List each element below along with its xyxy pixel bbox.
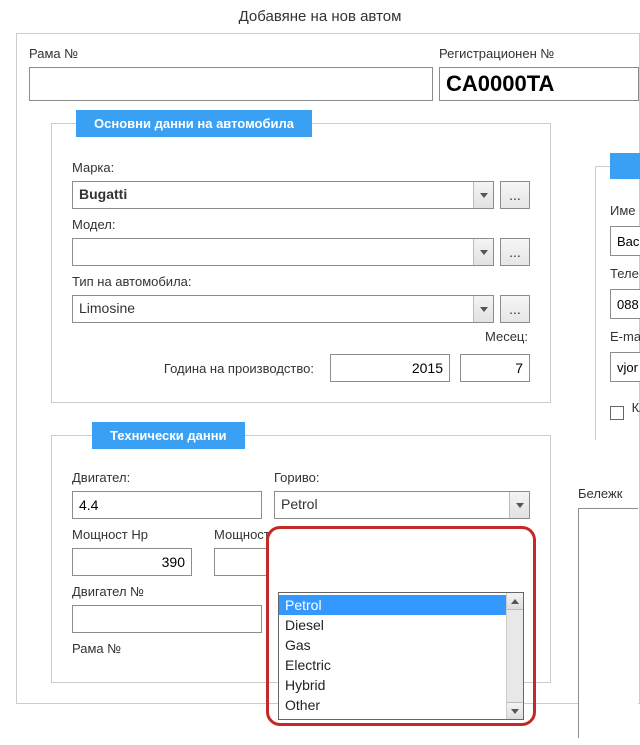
chevron-down-icon	[511, 709, 519, 714]
fuel-combo-text: Petrol	[275, 492, 509, 518]
notes-textarea[interactable]	[578, 508, 638, 738]
kw-input[interactable]	[214, 548, 268, 576]
type-browse-button[interactable]: ...	[500, 295, 530, 323]
fuel-option[interactable]: Gas	[279, 635, 506, 655]
owner-name-input[interactable]	[610, 226, 640, 256]
owner-email-input[interactable]	[610, 352, 640, 382]
type-combo-text: Limosine	[73, 296, 473, 322]
reg-no-input[interactable]	[439, 67, 639, 101]
dropdown-scrollbar[interactable]	[506, 593, 523, 719]
chevron-down-icon	[480, 307, 488, 312]
make-combo-button[interactable]	[473, 182, 493, 208]
fuel-option[interactable]: Petrol	[279, 595, 506, 615]
notes-label: Бележк	[578, 486, 622, 501]
frame-no-label: Рама №	[29, 46, 433, 61]
engine-input[interactable]	[72, 491, 262, 519]
owner-phone-label: Теле	[610, 266, 640, 281]
fuel-option[interactable]: Other	[279, 695, 506, 715]
chevron-up-icon	[511, 599, 519, 604]
make-browse-button[interactable]: ...	[500, 181, 530, 209]
type-combo-button[interactable]	[473, 296, 493, 322]
year-input[interactable]	[330, 354, 450, 382]
fuel-option[interactable]: Hybrid	[279, 675, 506, 695]
model-browse-button[interactable]: ...	[500, 238, 530, 266]
model-combo[interactable]	[72, 238, 494, 266]
fuel-dropdown-list[interactable]: Petrol Diesel Gas Electric Hybrid Other	[278, 592, 524, 720]
type-combo[interactable]: Limosine	[72, 295, 494, 323]
reg-no-label: Регистрационен №	[439, 46, 639, 61]
make-combo-text: Bugatti	[73, 182, 473, 208]
engine-label: Двигател:	[72, 470, 262, 485]
make-combo[interactable]: Bugatti	[72, 181, 494, 209]
month-label: Месец:	[485, 329, 528, 344]
owner-phone-input[interactable]	[610, 289, 640, 319]
chevron-down-icon	[480, 250, 488, 255]
month-input[interactable]	[460, 354, 530, 382]
fuel-combo[interactable]: Petrol	[274, 491, 530, 519]
model-combo-button[interactable]	[473, 239, 493, 265]
basic-data-header: Основни данни на автомобила	[76, 110, 312, 137]
hp-input[interactable]	[72, 548, 192, 576]
engine-no-input[interactable]	[72, 605, 262, 633]
hp-label: Мощност Hp	[72, 527, 202, 542]
frame-no-input[interactable]	[29, 67, 433, 101]
owner-name-label: Име н	[610, 203, 640, 218]
tech-header: Технически данни	[92, 422, 245, 449]
year-label: Година на производство:	[164, 361, 314, 376]
chevron-down-icon	[480, 193, 488, 198]
scroll-up-button[interactable]	[507, 593, 523, 610]
chevron-down-icon	[516, 503, 524, 508]
fuel-label: Гориво:	[274, 470, 530, 485]
model-label: Модел:	[72, 217, 530, 232]
owner-header	[610, 153, 640, 179]
model-combo-text	[73, 239, 473, 265]
owner-panel: Име н Теле E-ma Кл	[595, 166, 640, 440]
page-title: Добавяне на нов автом	[0, 0, 640, 31]
scroll-track[interactable]	[507, 610, 523, 702]
owner-checkbox-label: Кл	[632, 400, 640, 415]
fuel-combo-button[interactable]	[509, 492, 529, 518]
engine-no-label: Двигател №	[72, 584, 262, 599]
type-label: Тип на автомобила:	[72, 274, 530, 289]
fuel-option[interactable]: Diesel	[279, 615, 506, 635]
scroll-down-button[interactable]	[507, 702, 523, 719]
fuel-option[interactable]: Electric	[279, 655, 506, 675]
make-label: Марка:	[72, 160, 530, 175]
owner-email-label: E-ma	[610, 329, 640, 344]
kw-label: Мощност	[214, 527, 274, 542]
owner-checkbox[interactable]	[610, 406, 624, 420]
